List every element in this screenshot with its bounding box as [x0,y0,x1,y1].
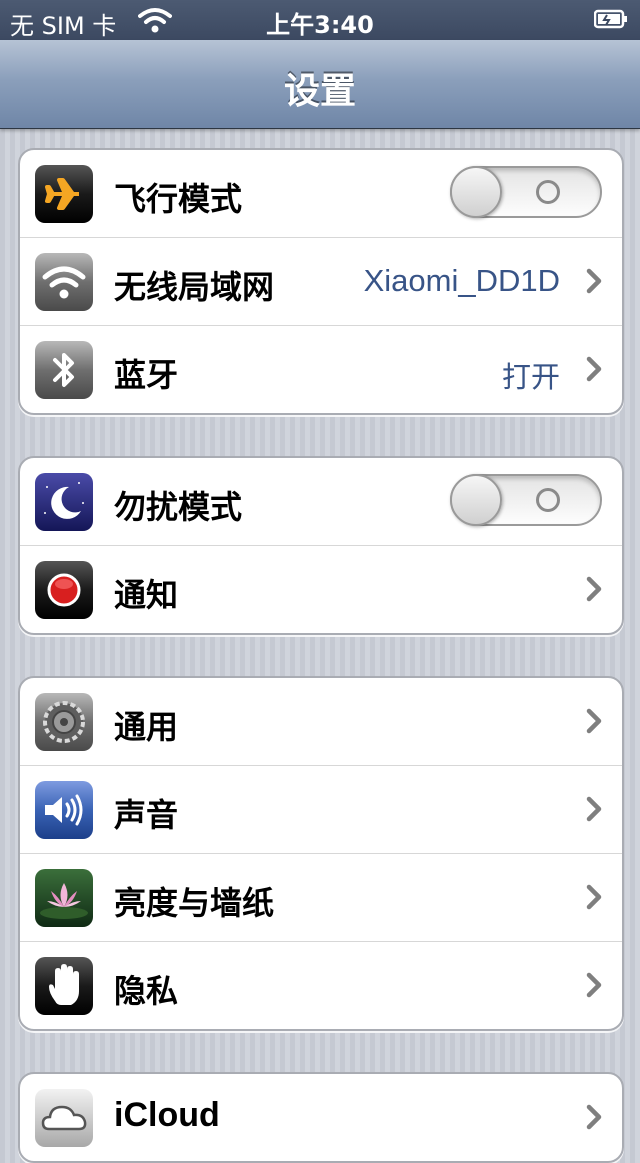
status-bar: 无 SIM 卡 上午3:40 [0,0,640,40]
row-value: 打开 [501,360,560,394]
toggle-off-indicator [536,488,560,512]
settings-row-sounds[interactable]: 声音 [20,765,622,853]
toggle-knob [450,474,502,526]
chevron-right-icon [586,1104,602,1130]
row-label: 通用 [114,708,179,746]
row-label: 飞行模式 [114,180,243,218]
battery-charging-icon [594,9,627,29]
chevron-right-icon [586,268,602,294]
settings-row-notifications[interactable]: 通知 [20,545,622,633]
row-label: 无线局域网 [114,268,275,306]
row-value: Xiaomi_DD1D [363,263,560,298]
row-label: 通知 [114,576,179,614]
settings-row-brightness-wallpaper[interactable]: 亮度与墙纸 [20,853,622,941]
row-label: 勿扰模式 [114,488,243,526]
do-not-disturb-toggle[interactable] [450,474,602,526]
chevron-right-icon [586,796,602,822]
chevron-right-icon [586,708,602,734]
navigation-bar: 设置 [0,40,640,129]
airplane-icon [35,165,93,223]
settings-group-notifications: 勿扰模式 通知 [18,456,624,635]
wifi-icon [35,253,93,311]
settings-row-bluetooth[interactable]: 蓝牙 打开 [20,325,622,413]
page-title: 设置 [283,71,356,112]
airplane-mode-toggle[interactable] [450,166,602,218]
cloud-icon [35,1089,93,1147]
wallpaper-flower-icon [35,869,93,927]
chevron-right-icon [586,356,602,382]
status-time: 上午3:40 [266,11,374,39]
row-label: 蓝牙 [114,356,179,394]
row-label: 声音 [114,796,179,834]
settings-row-wifi[interactable]: 无线局域网 Xiaomi_DD1D [20,237,622,325]
settings-row-general[interactable]: 通用 [20,678,622,765]
row-label: 隐私 [114,972,179,1010]
settings-row-privacy[interactable]: 隐私 [20,941,622,1029]
bluetooth-icon [35,341,93,399]
settings-group-general: 通用 声音 亮度与墙纸 隐私 [18,676,624,1031]
notifications-icon [35,561,93,619]
moon-icon [35,473,93,531]
chevron-right-icon [586,884,602,910]
speaker-icon [35,781,93,839]
toggle-knob [450,166,502,218]
settings-row-icloud[interactable]: iCloud [20,1074,622,1161]
chevron-right-icon [586,972,602,998]
settings-row-do-not-disturb: 勿扰模式 [20,458,622,545]
toggle-off-indicator [536,180,560,204]
gear-icon [35,693,93,751]
row-label: iCloud [114,1096,220,1134]
settings-group-accounts: iCloud [18,1072,624,1163]
chevron-right-icon [586,576,602,602]
hand-icon [35,957,93,1015]
row-label: 亮度与墙纸 [114,884,275,922]
settings-group-connectivity: 飞行模式 无线局域网 Xiaomi_DD1D 蓝牙 打开 [18,148,624,415]
settings-row-airplane-mode: 飞行模式 [20,150,622,237]
